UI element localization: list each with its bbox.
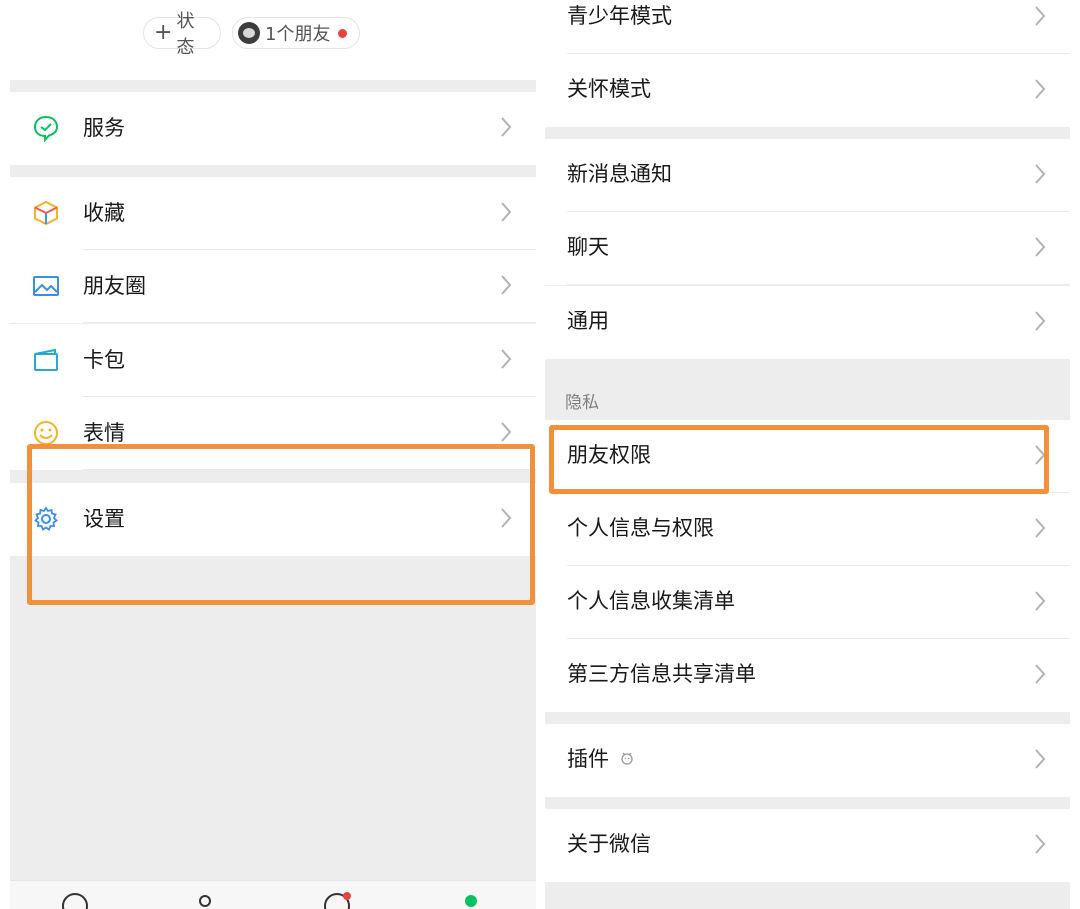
settings-item-label: 第三方信息共享清单	[567, 662, 756, 686]
profile-header: + 状态 1个朋友	[10, 0, 536, 80]
discover-tab-icon[interactable]	[322, 891, 352, 909]
settings-item-label: 关怀模式	[567, 77, 651, 101]
chevron-right-icon	[501, 349, 512, 369]
settings-item-third-party-list[interactable]: 第三方信息共享清单	[545, 639, 1070, 712]
menu-item-label: 朋友圈	[83, 274, 146, 298]
settings-item-teen-mode[interactable]: 青少年模式	[545, 0, 1070, 54]
contacts-tab-icon[interactable]	[190, 891, 220, 909]
friends-count-label: 1个朋友	[265, 24, 331, 45]
chevron-right-icon	[1035, 164, 1046, 184]
chevron-right-icon	[501, 117, 512, 137]
settings-item-label: 关于微信	[567, 832, 651, 856]
menu-item-favorites[interactable]: 收藏	[10, 177, 536, 250]
chevron-right-icon	[1035, 834, 1046, 854]
sticker-icon	[34, 421, 58, 445]
settings-item-label: 聊天	[567, 235, 609, 259]
divider	[83, 322, 536, 323]
menu-item-moments[interactable]: 朋友圈	[10, 250, 536, 323]
settings-item-notifications[interactable]: 新消息通知	[545, 139, 1070, 212]
settings-item-label: 新消息通知	[567, 162, 672, 186]
settings-highlight-box	[27, 444, 535, 605]
settings-item-personal-info-permissions[interactable]: 个人信息与权限	[545, 493, 1070, 566]
settings-item-plugins[interactable]: 插件	[545, 724, 1070, 797]
chevron-right-icon	[1035, 664, 1046, 684]
menu-item-label: 服务	[83, 116, 125, 140]
chevron-right-icon	[1035, 518, 1046, 538]
privacy-section-header: 隐私	[565, 393, 599, 413]
chats-tab-icon[interactable]	[60, 891, 90, 909]
menu-item-label: 表情	[83, 421, 125, 445]
me-tab-icon[interactable]	[456, 891, 486, 909]
plus-icon: +	[154, 20, 173, 45]
plugin-icon	[621, 752, 633, 765]
red-dot-badge	[338, 28, 348, 38]
settings-item-label: 青少年模式	[567, 4, 672, 28]
chevron-right-icon	[501, 202, 512, 222]
friends-status-button[interactable]: 1个朋友	[232, 17, 360, 49]
status-button[interactable]: + 状态	[143, 11, 221, 58]
friend-avatar	[238, 22, 260, 44]
favorites-icon	[34, 200, 58, 226]
menu-item-cards[interactable]: 卡包	[10, 324, 536, 397]
settings-item-label: 个人信息收集清单	[567, 589, 735, 613]
settings-item-label: 通用	[567, 309, 609, 333]
chevron-right-icon	[1035, 311, 1046, 331]
settings-item-label-wrap: 插件	[567, 743, 635, 773]
menu-item-label: 卡包	[83, 348, 125, 372]
settings-item-general[interactable]: 通用	[545, 286, 1070, 359]
chevron-right-icon	[501, 422, 512, 442]
chevron-right-icon	[1035, 591, 1046, 611]
chevron-right-icon	[501, 275, 512, 295]
screenshot-composite: + 状态 1个朋友 服务 收藏 朋友圈 卡包 表情 设置 青少年模式 关怀模式 …	[0, 0, 1080, 909]
status-label: 状态	[176, 11, 195, 58]
card-wallet-icon	[34, 348, 58, 371]
chevron-right-icon	[1035, 6, 1046, 26]
settings-item-label: 插件	[567, 747, 609, 771]
settings-item-personal-info-list[interactable]: 个人信息收集清单	[545, 566, 1070, 639]
menu-item-services[interactable]: 服务	[10, 92, 536, 165]
bottom-tab-bar	[10, 880, 536, 909]
chevron-right-icon	[1035, 237, 1046, 257]
settings-item-chats[interactable]: 聊天	[545, 212, 1070, 285]
friend-permissions-highlight-box	[549, 425, 1049, 494]
chevron-right-icon	[1035, 749, 1046, 769]
services-icon	[33, 115, 59, 142]
menu-item-label: 收藏	[83, 201, 125, 225]
chevron-right-icon	[1035, 79, 1046, 99]
settings-item-label: 个人信息与权限	[567, 516, 714, 540]
settings-item-about[interactable]: 关于微信	[545, 809, 1070, 882]
divider	[567, 284, 1070, 285]
settings-item-care-mode[interactable]: 关怀模式	[545, 54, 1070, 127]
moments-icon	[33, 276, 59, 296]
